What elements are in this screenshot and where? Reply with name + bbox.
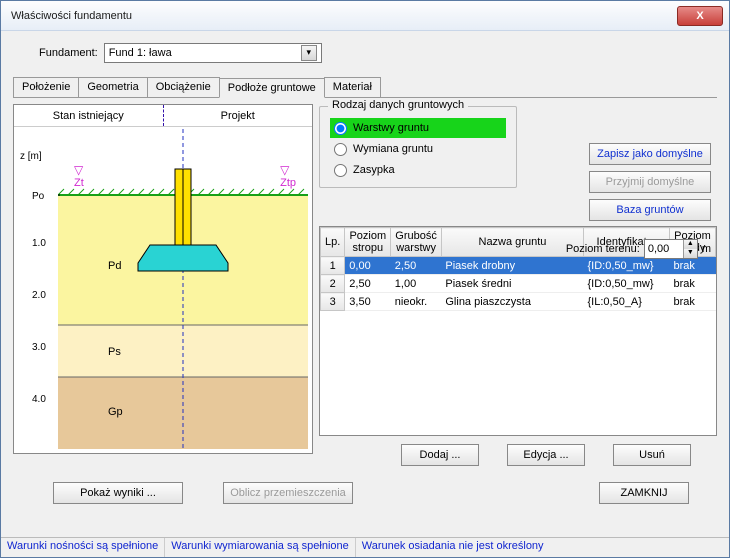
- tabstrip: Położenie Geometria Obciążenie Podłoże g…: [13, 77, 717, 98]
- cross-section-view: Stan istniejący Projekt z [m] Po 1.0 2.0…: [13, 104, 313, 454]
- fundament-combo[interactable]: Fund 1: ława ▾: [104, 43, 322, 63]
- col-existing: Stan istniejący: [14, 105, 164, 126]
- poziom-terenu-label: Poziom terenu:: [566, 243, 640, 255]
- dodaj-button[interactable]: Dodaj ...: [401, 444, 479, 466]
- svg-text:Pd: Pd: [108, 260, 121, 272]
- col-project: Projekt: [164, 105, 313, 126]
- radio-zasypka[interactable]: Zasypka: [330, 160, 506, 180]
- tab-podloze[interactable]: Podłoże gruntowe: [219, 78, 325, 98]
- close-button[interactable]: X: [677, 6, 723, 26]
- tab-geometria[interactable]: Geometria: [78, 77, 147, 97]
- radio-warstwy[interactable]: Warstwy gruntu: [330, 118, 506, 138]
- radio-warstwy-input[interactable]: [334, 122, 347, 135]
- przyjmij-domyslne-button: Przyjmij domyślne: [589, 171, 711, 193]
- tick-1: 1.0: [32, 238, 46, 249]
- poziom-terenu-input[interactable]: ▲▼: [644, 239, 698, 259]
- svg-text:Ps: Ps: [108, 346, 121, 358]
- poziom-unit: m: [702, 243, 711, 255]
- col-poziom-stropu[interactable]: Poziom stropu: [345, 228, 391, 257]
- fundament-label: Fundament:: [39, 47, 98, 59]
- tick-2: 2.0: [32, 290, 46, 301]
- chevron-down-icon: ▾: [301, 45, 317, 61]
- status-wymiarowanie: Warunki wymiarowania są spełnione: [165, 538, 356, 557]
- po-label: Po: [32, 191, 44, 202]
- poziom-terenu-field[interactable]: [645, 240, 683, 258]
- radio-zasypka-input[interactable]: [334, 164, 347, 177]
- col-nazwa[interactable]: Nazwa gruntu: [441, 228, 583, 257]
- titlebar: Właściwości fundamentu X: [1, 1, 729, 31]
- soil-svg: Pd Ps Gp: [58, 129, 308, 449]
- status-osiadanie: Warunek osiadania nie jest określony: [356, 538, 729, 557]
- col-lp[interactable]: Lp.: [321, 228, 345, 257]
- svg-text:Gp: Gp: [108, 406, 123, 418]
- table-row[interactable]: 3 3,50 nieokr. Glina piaszczysta {IL:0,5…: [321, 293, 716, 311]
- radio-wymiana-input[interactable]: [334, 143, 347, 156]
- tick-3: 3.0: [32, 342, 46, 353]
- oblicz-przemieszczenia-button: Oblicz przemieszczenia: [223, 482, 353, 504]
- radio-wymiana[interactable]: Wymiana gruntu: [330, 139, 506, 159]
- table-row[interactable]: 1 0,00 2,50 Piasek drobny {ID:0,50_mw} b…: [321, 257, 716, 275]
- status-nosnosc: Warunki nośności są spełnione: [1, 538, 165, 557]
- tab-polozenie[interactable]: Położenie: [13, 77, 79, 97]
- usun-button[interactable]: Usuń: [613, 444, 691, 466]
- fundament-value: Fund 1: ława: [109, 47, 172, 59]
- tab-obciazenie[interactable]: Obciążenie: [147, 77, 220, 97]
- edycja-button[interactable]: Edycja ...: [507, 444, 585, 466]
- zamknij-button[interactable]: ZAMKNIJ: [599, 482, 689, 504]
- spin-down-icon[interactable]: ▼: [683, 249, 697, 258]
- statusbar: Warunki nośności są spełnione Warunki wy…: [1, 537, 729, 557]
- pokaz-wyniki-button[interactable]: Pokaż wyniki ...: [53, 482, 183, 504]
- zapisz-domyslne-button[interactable]: Zapisz jako domyślne: [589, 143, 711, 165]
- window-title: Właściwości fundamentu: [11, 10, 677, 22]
- col-grubosc[interactable]: Grubość warstwy: [391, 228, 442, 257]
- baza-gruntow-button[interactable]: Baza gruntów: [589, 199, 711, 221]
- tab-material[interactable]: Materiał: [324, 77, 381, 97]
- spin-up-icon[interactable]: ▲: [683, 240, 697, 249]
- tick-4: 4.0: [32, 394, 46, 405]
- group-legend: Rodzaj danych gruntowych: [328, 99, 468, 111]
- table-row[interactable]: 2 2,50 1,00 Piasek średni {ID:0,50_mw} b…: [321, 275, 716, 293]
- z-axis-label: z [m]: [20, 151, 42, 162]
- group-rodzaj: Rodzaj danych gruntowych Warstwy gruntu …: [319, 106, 517, 188]
